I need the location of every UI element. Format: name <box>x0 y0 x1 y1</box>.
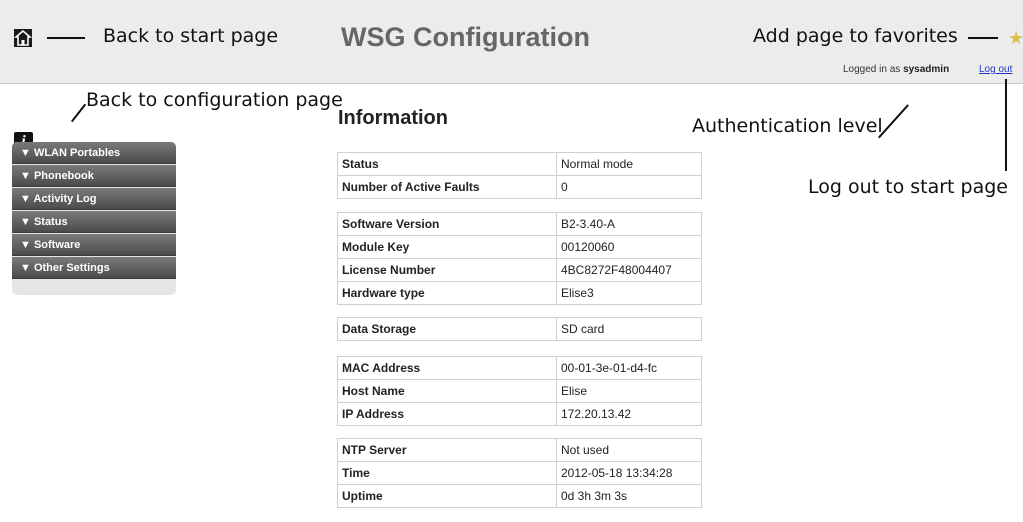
info-table-software: Software Version B2-3.40-A Module Key 00… <box>337 212 702 305</box>
login-prefix: Logged in as <box>843 64 901 75</box>
row-value: B2-3.40-A <box>556 212 702 236</box>
row-value: 172.20.13.42 <box>556 402 702 426</box>
row-label: IP Address <box>337 402 557 426</box>
logout-annotation: Log out to start page <box>808 176 1008 198</box>
sidebar-item-wlan-portables[interactable]: ▼ WLAN Portables <box>12 142 176 164</box>
row-label: Uptime <box>337 484 557 508</box>
home-annotation: Back to start page <box>103 25 279 47</box>
login-username: sysadmin <box>903 64 950 75</box>
home-annotation-line <box>47 37 85 39</box>
row-value: 00120060 <box>556 235 702 259</box>
row-value: Not used <box>556 438 702 462</box>
row-label: Host Name <box>337 379 557 403</box>
information-title: Information <box>338 107 448 129</box>
home-icon[interactable] <box>14 29 32 47</box>
row-label: License Number <box>337 258 557 282</box>
row-label: Status <box>337 152 557 176</box>
sidebar-item-status[interactable]: ▼ Status <box>12 211 176 233</box>
table-row: Data Storage SD card <box>337 317 702 341</box>
page-header-title: WSG Configuration <box>341 22 590 52</box>
table-row: License Number 4BC8272F48004407 <box>337 258 702 282</box>
table-row: Uptime 0d 3h 3m 3s <box>337 484 702 508</box>
favorites-annotation: Add page to favorites <box>753 25 958 47</box>
row-label: Data Storage <box>337 317 557 341</box>
config-page-annotation: Back to configuration page <box>86 89 343 111</box>
row-value: 0 <box>556 175 702 199</box>
sidebar-menu: ▼ WLAN Portables ▼ Phonebook ▼ Activity … <box>12 142 176 295</box>
info-table-network: MAC Address 00-01-3e-01-d4-fc Host Name … <box>337 356 702 426</box>
info-table-time: NTP Server Not used Time 2012-05-18 13:3… <box>337 438 702 508</box>
row-value: 2012-05-18 13:34:28 <box>556 461 702 485</box>
logout-annotation-line <box>1005 79 1007 171</box>
auth-level-annotation: Authentication level <box>692 115 883 137</box>
row-value: SD card <box>556 317 702 341</box>
config-annotation-line-diagonal <box>71 103 87 123</box>
row-label: MAC Address <box>337 356 557 380</box>
table-row: Host Name Elise <box>337 379 702 403</box>
row-value: Normal mode <box>556 152 702 176</box>
row-value: 4BC8272F48004407 <box>556 258 702 282</box>
info-table-storage: Data Storage SD card <box>337 317 702 341</box>
table-row: Time 2012-05-18 13:34:28 <box>337 461 702 485</box>
row-label: NTP Server <box>337 438 557 462</box>
row-label: Number of Active Faults <box>337 175 557 199</box>
row-label: Module Key <box>337 235 557 259</box>
row-label: Time <box>337 461 557 485</box>
table-row: NTP Server Not used <box>337 438 702 462</box>
row-value: 0d 3h 3m 3s <box>556 484 702 508</box>
table-row: Status Normal mode <box>337 152 702 176</box>
row-value: Elise <box>556 379 702 403</box>
sidebar-item-phonebook[interactable]: ▼ Phonebook <box>12 165 176 187</box>
logout-link[interactable]: Log out <box>979 64 1012 75</box>
table-row: Software Version B2-3.40-A <box>337 212 702 236</box>
table-row: MAC Address 00-01-3e-01-d4-fc <box>337 356 702 380</box>
favorites-annotation-line <box>968 37 998 39</box>
header: Back to start page WSG Configuration Add… <box>0 0 1023 84</box>
row-value: Elise3 <box>556 281 702 305</box>
sidebar-item-software[interactable]: ▼ Software <box>12 234 176 256</box>
table-row: IP Address 172.20.13.42 <box>337 402 702 426</box>
row-value: 00-01-3e-01-d4-fc <box>556 356 702 380</box>
star-icon[interactable]: ★ <box>1008 29 1023 47</box>
sidebar-item-activity-log[interactable]: ▼ Activity Log <box>12 188 176 210</box>
row-label: Hardware type <box>337 281 557 305</box>
table-row: Hardware type Elise3 <box>337 281 702 305</box>
sidebar-item-other-settings[interactable]: ▼ Other Settings <box>12 257 176 279</box>
table-row: Module Key 00120060 <box>337 235 702 259</box>
table-row: Number of Active Faults 0 <box>337 175 702 199</box>
info-table-status: Status Normal mode Number of Active Faul… <box>337 152 702 199</box>
login-status: Logged in as sysadmin <box>843 64 949 75</box>
row-label: Software Version <box>337 212 557 236</box>
